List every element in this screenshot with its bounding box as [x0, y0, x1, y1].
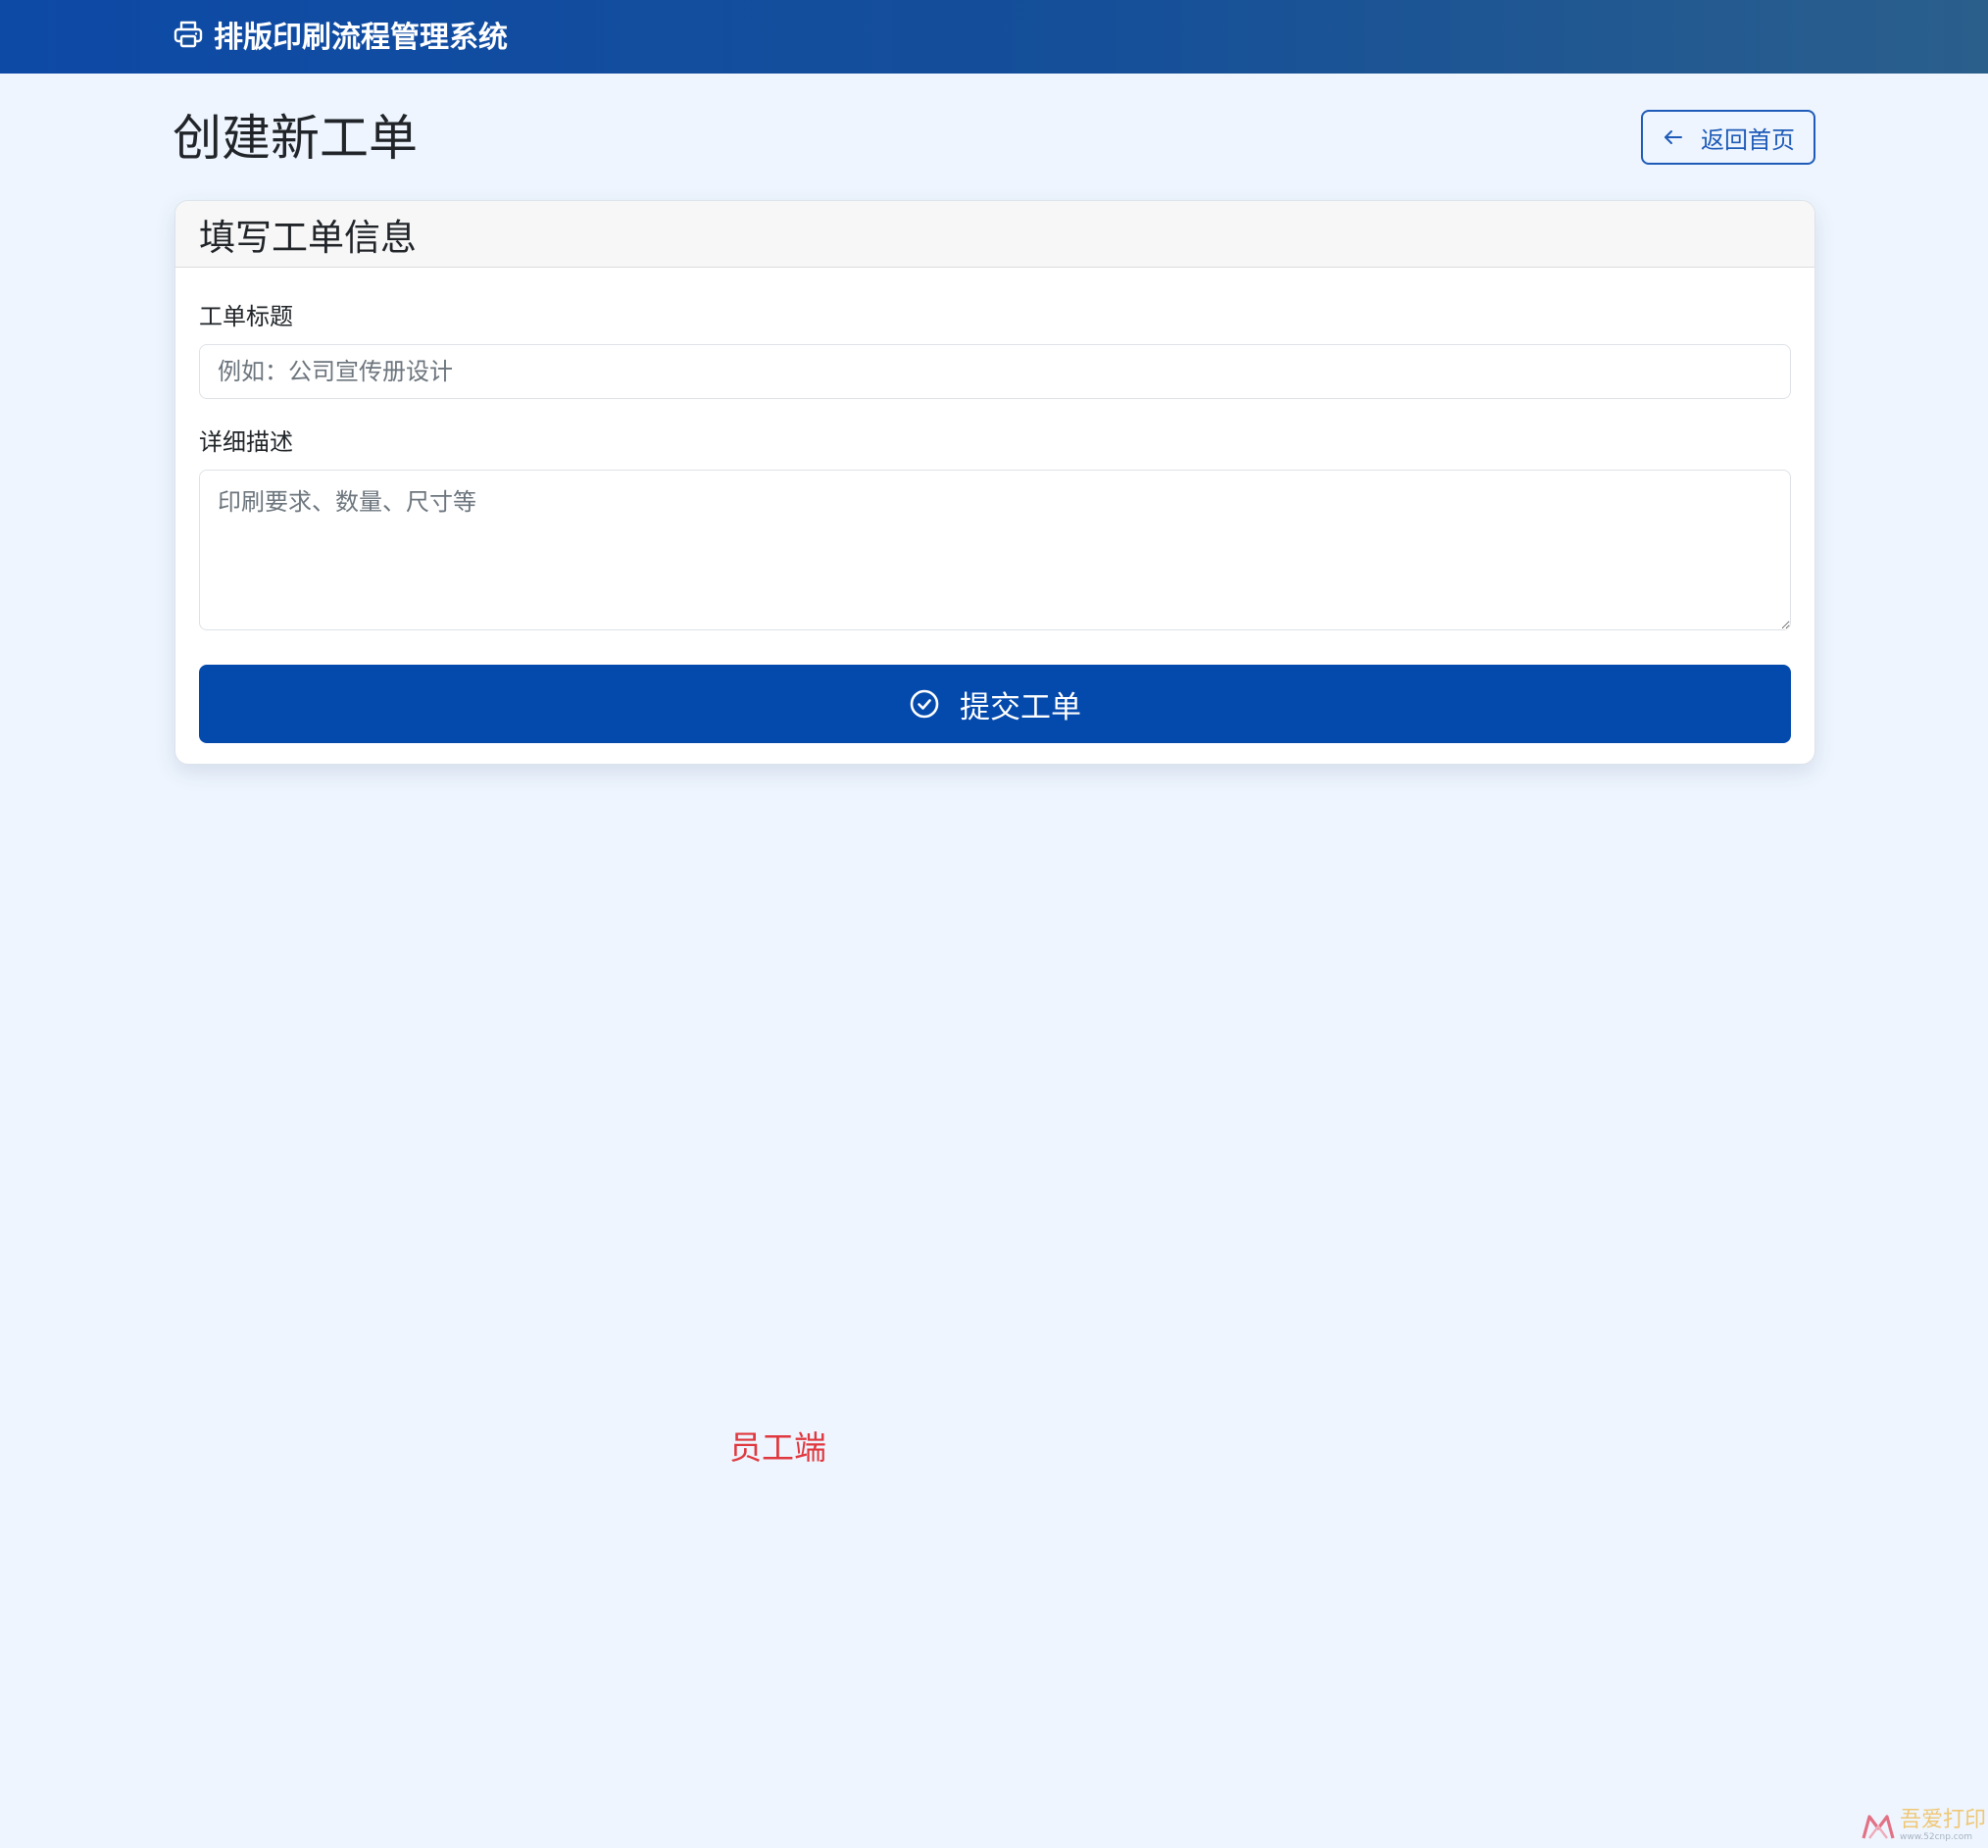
card-header: 填写工单信息: [175, 201, 1814, 268]
brand-text: 排版印刷流程管理系统: [214, 21, 508, 55]
title-label: 工单标题: [199, 303, 293, 330]
site-logo-icon: [1861, 1811, 1896, 1842]
card-title: 填写工单信息: [199, 216, 417, 259]
work-order-form-card: 填写工单信息 工单标题 详细描述 提交工单: [174, 200, 1815, 765]
page-title: 创建新工单: [173, 110, 418, 167]
printer-icon: [173, 19, 204, 50]
back-home-button[interactable]: 返回首页: [1641, 110, 1815, 165]
navbar-brand[interactable]: 排版印刷流程管理系统: [173, 0, 508, 69]
submit-label: 提交工单: [960, 689, 1081, 725]
employee-side-annotation: 员工端: [729, 1428, 826, 1467]
description-label: 详细描述: [199, 428, 293, 456]
watermark-url: www.52cnp.com: [1900, 1832, 1973, 1842]
site-watermark: 吾爱打印 www.52cnp.com: [1861, 1810, 1986, 1842]
watermark-text: 吾爱打印: [1900, 1808, 1987, 1832]
arrow-left-icon: [1662, 125, 1685, 149]
description-textarea[interactable]: [199, 470, 1791, 630]
back-home-label: 返回首页: [1701, 125, 1795, 154]
top-navbar: 排版印刷流程管理系统: [0, 0, 1988, 74]
submit-work-order-button[interactable]: 提交工单: [199, 665, 1791, 743]
title-input[interactable]: [199, 344, 1791, 399]
check-circle-icon: [909, 688, 940, 720]
